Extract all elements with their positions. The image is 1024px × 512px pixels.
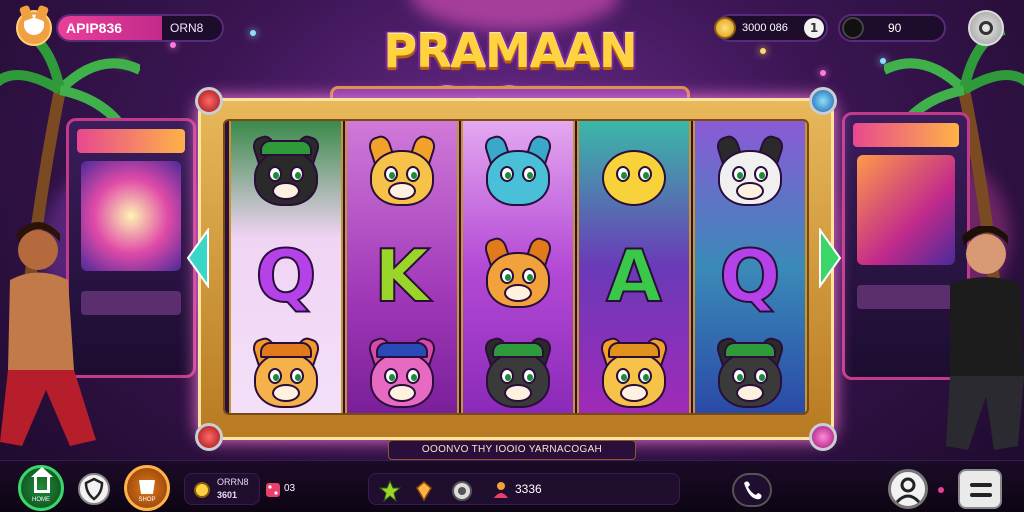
shop-button[interactable]: SHOP: [124, 465, 170, 511]
reel-2: K: [345, 121, 459, 413]
reel-4: A: [577, 121, 691, 413]
player-avatar[interactable]: [16, 10, 52, 46]
critter-icon: [708, 132, 792, 216]
symbol-letter: K: [351, 227, 453, 325]
symbol-blob-yellow: [583, 125, 685, 223]
coin-balance: 3000 086 1: [714, 14, 828, 42]
critter-icon: [476, 132, 560, 216]
menu-button[interactable]: [958, 469, 1002, 509]
symbol-fox-orange: [351, 125, 453, 223]
corner-gem-icon: [195, 87, 223, 115]
settings-button[interactable]: [968, 10, 1004, 46]
symbol-cat-purple: [699, 125, 801, 223]
light-bulb: [760, 48, 766, 54]
symbol-letter: Q: [235, 227, 337, 325]
critter-icon: [244, 334, 328, 413]
corner-gem-icon: [809, 423, 837, 451]
symbol-fox-red: [467, 227, 569, 325]
home-icon: [31, 467, 53, 493]
settings-icon: [979, 21, 993, 35]
corner-gem-icon: [195, 423, 223, 451]
critter-icon: [592, 132, 676, 216]
stat-panel: ORRN8 3601: [184, 473, 260, 505]
stat-label: ORRN8: [217, 477, 249, 487]
player-token-icon: [494, 482, 508, 498]
critter-icon: [592, 334, 676, 413]
gem-icon: [842, 17, 864, 39]
critter-icon: [708, 334, 792, 413]
gem-icon[interactable]: [413, 480, 435, 502]
critter-icon: [244, 132, 328, 216]
symbol-cat-green-hat: [467, 327, 569, 413]
phone-icon: [744, 481, 762, 500]
profile-icon: [895, 477, 921, 504]
coin-balance-value: 3000 086: [742, 22, 788, 34]
person-right-figure: [946, 226, 1024, 450]
bottom-bar: HOME SHOP ORRN8 3601 03 3336: [0, 460, 1024, 512]
bet-panel: 3336: [368, 473, 680, 505]
menu-icon-line: [970, 483, 992, 487]
critter-icon: [476, 334, 560, 413]
phone-button[interactable]: [732, 473, 772, 507]
symbol-cat-orange: [235, 327, 337, 413]
symbol-letter-a: A: [605, 234, 663, 318]
bet-amount: 3336: [515, 482, 542, 496]
symbol-letter-q: Q: [718, 234, 781, 318]
arcade-topper: [77, 129, 185, 153]
reel-window: Q K A Q: [223, 119, 809, 415]
dice-icon: [266, 483, 280, 497]
small-counter: 03: [284, 483, 296, 494]
notification-dot: [938, 487, 944, 493]
gem-balance-value: 90: [888, 21, 902, 35]
home-button-label: HOME: [32, 497, 50, 503]
symbol-cat-green-hat: [699, 327, 801, 413]
gem-balance: 90: [838, 14, 946, 42]
shield-button[interactable]: [78, 473, 110, 505]
reel-3: [461, 121, 575, 413]
shield-icon: [84, 477, 104, 501]
reel-5: Q: [693, 121, 807, 413]
critter-icon: [360, 132, 444, 216]
person-left-figure: [0, 222, 96, 446]
stat-value: 3601: [217, 490, 238, 500]
corner-gem-icon: [809, 87, 837, 115]
critter-icon: [476, 234, 560, 318]
light-bulb: [820, 70, 826, 76]
star-icon[interactable]: [379, 480, 401, 502]
home-button[interactable]: HOME: [18, 465, 64, 511]
reel-1: Q: [229, 121, 343, 413]
info-ribbon: OOONVO THY IOOIO YARNACOGAH: [388, 440, 636, 460]
symbol-cat-pink: [351, 327, 453, 413]
symbol-letter-q: Q: [254, 234, 317, 318]
player-username: APIP836: [58, 16, 162, 40]
coin-icon: [194, 482, 210, 498]
symbol-letter-k: K: [373, 234, 431, 318]
symbol-cat-green-hat: [235, 125, 337, 223]
shop-button-label: SHOP: [138, 497, 156, 503]
add-coins-button[interactable]: 1: [804, 18, 824, 38]
slot-machine-frame: Q K A Q: [195, 87, 837, 451]
shop-icon: [139, 480, 155, 494]
symbol-letter: Q: [699, 227, 801, 325]
left-arrow-icon[interactable]: [186, 228, 210, 288]
arcade-topper: [853, 123, 959, 147]
symbol-letter: A: [583, 227, 685, 325]
profile-button[interactable]: [888, 469, 928, 509]
player-code: ORN8: [170, 21, 204, 35]
token-icon[interactable]: [451, 480, 473, 502]
menu-icon-line: [970, 493, 992, 497]
symbol-dolphin-blue: [467, 125, 569, 223]
right-arrow-icon[interactable]: [818, 228, 842, 288]
player-info-pill[interactable]: APIP836 ORN8: [56, 14, 224, 42]
symbol-cat-orange-hat: [583, 327, 685, 413]
critter-icon: [360, 334, 444, 413]
